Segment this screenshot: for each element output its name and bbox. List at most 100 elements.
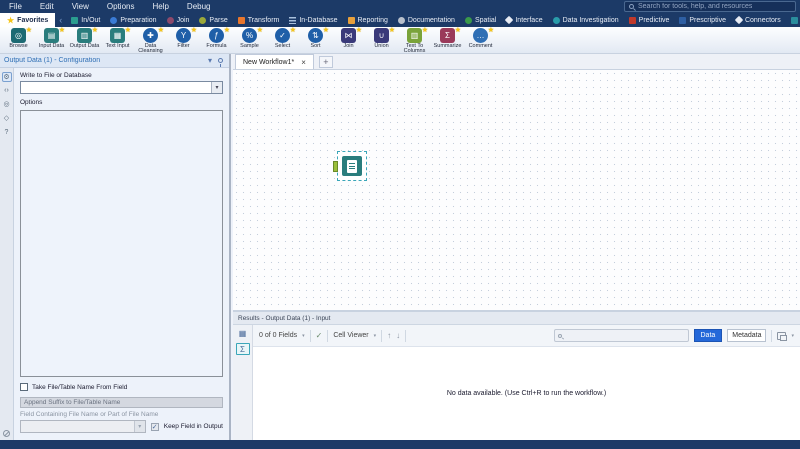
tool-icon: Y bbox=[176, 28, 191, 43]
move-down-icon[interactable]: ↓ bbox=[396, 331, 400, 340]
metadata-view-button[interactable]: Metadata bbox=[727, 329, 767, 342]
global-search-input[interactable]: Search for tools, help, and resources bbox=[624, 1, 796, 12]
tool-icon: ◎ bbox=[11, 28, 26, 43]
tool-button[interactable]: ▦ ★ Text Input bbox=[101, 27, 134, 49]
pin-icon[interactable] bbox=[218, 58, 223, 67]
field-name-combobox: ▾ bbox=[20, 420, 146, 433]
configuration-title: Output Data (1) - Configuration bbox=[4, 57, 101, 64]
tool-category-tab[interactable]: Join bbox=[162, 13, 195, 27]
search-icon bbox=[629, 4, 634, 9]
tool-label: Join bbox=[343, 43, 354, 49]
tool-category-tab[interactable]: Preparation bbox=[105, 13, 161, 27]
tool-category-tab[interactable]: Transform bbox=[233, 13, 285, 27]
tool-icon: ▤ bbox=[44, 28, 59, 43]
menu-item[interactable]: Debug bbox=[178, 2, 220, 11]
tool-category-tab[interactable]: Parse bbox=[194, 13, 232, 27]
menu-item[interactable]: View bbox=[63, 2, 98, 11]
fields-count-label[interactable]: 0 of 0 Fields bbox=[259, 332, 297, 339]
tool-button[interactable]: ◎ ★ Browse bbox=[2, 27, 35, 49]
menu-item[interactable]: Help bbox=[143, 2, 177, 11]
collapse-chevron-icon[interactable]: ▾ bbox=[208, 56, 212, 65]
input-anchor[interactable] bbox=[333, 161, 338, 172]
export-dropdown-icon[interactable]: ▾ bbox=[791, 333, 794, 339]
tool-category-tabs: ★ Favorites ‹ In/Out Preparation Join Pa… bbox=[0, 13, 800, 27]
tool-button[interactable]: ✓ ★ Select bbox=[266, 27, 299, 49]
tool-button[interactable]: Σ ★ Summarize bbox=[431, 27, 464, 49]
tool-icon: ∪ bbox=[374, 28, 389, 43]
help-tab-icon[interactable]: ? bbox=[2, 128, 12, 138]
tool-label: Text To Columns bbox=[403, 43, 426, 54]
cell-viewer-dropdown-icon[interactable]: ▾ bbox=[374, 333, 377, 339]
tool-button[interactable]: % ★ Sample bbox=[233, 27, 266, 49]
tool-category-tab[interactable]: Interface bbox=[501, 13, 547, 27]
results-header[interactable]: Results - Output Data (1) - Input bbox=[233, 312, 800, 325]
options-listbox[interactable] bbox=[20, 110, 223, 377]
tool-button[interactable]: ▤ ★ Input Data bbox=[35, 27, 68, 49]
take-name-checkbox[interactable] bbox=[20, 383, 28, 391]
tab-favorites[interactable]: ★ Favorites bbox=[0, 13, 56, 27]
configuration-panel: Output Data (1) - Configuration ▾ ⚙ ‹› ◎… bbox=[0, 54, 231, 440]
toolbar-separator bbox=[405, 329, 407, 342]
tag-tab-icon[interactable]: ◇ bbox=[2, 114, 12, 124]
workflow-tab[interactable]: New Workflow1* × bbox=[235, 54, 314, 69]
data-view-button[interactable]: Data bbox=[693, 329, 723, 342]
tool-button[interactable]: ▥ ★ Output Data bbox=[68, 27, 101, 49]
tool-button[interactable]: ⇅ ★ Sort bbox=[299, 27, 332, 49]
tool-icon: … bbox=[473, 28, 488, 43]
menu-item[interactable]: File bbox=[0, 2, 31, 11]
tool-category-tab[interactable]: Connectors bbox=[731, 13, 786, 27]
workflow-canvas[interactable] bbox=[233, 70, 800, 310]
workspace: New Workflow1* × + Results - Output Data… bbox=[233, 54, 800, 440]
write-file-combobox[interactable]: ▾ bbox=[20, 81, 223, 94]
tool-category-tab[interactable]: In/Out bbox=[66, 13, 105, 27]
category-icon bbox=[734, 15, 744, 25]
results-search-input[interactable] bbox=[553, 329, 689, 342]
apply-check-icon[interactable]: ✓ bbox=[316, 331, 323, 340]
favorite-star-icon: ★ bbox=[256, 27, 263, 34]
profile-view-icon[interactable]: Σ bbox=[235, 343, 250, 355]
combobox-dropdown-icon[interactable]: ▾ bbox=[211, 82, 222, 93]
configuration-tab-icon[interactable]: ⚙ bbox=[1, 72, 12, 82]
tool-label: Filter bbox=[177, 43, 190, 49]
menu-item[interactable]: Options bbox=[98, 2, 144, 11]
annotation-tab-icon[interactable]: ‹› bbox=[2, 86, 12, 96]
scroll-left-icon[interactable]: ‹ bbox=[55, 13, 66, 27]
export-icon[interactable] bbox=[777, 331, 788, 341]
tool-category-tab[interactable]: Spatial bbox=[460, 13, 501, 27]
results-panel: Results - Output Data (1) - Input ▦ Σ 0 … bbox=[233, 310, 800, 440]
tool-label: Text Input bbox=[105, 43, 130, 49]
tool-category-tab[interactable]: Documentation bbox=[393, 13, 460, 27]
menu-item[interactable]: Edit bbox=[31, 2, 63, 11]
move-up-icon[interactable]: ↑ bbox=[387, 331, 391, 340]
config-side-tabs: ⚙ ‹› ◎ ◇ ? bbox=[0, 68, 14, 440]
category-icon bbox=[166, 16, 174, 24]
tool-category-tab[interactable]: Reporting bbox=[343, 13, 393, 27]
table-view-icon[interactable]: ▦ bbox=[236, 328, 250, 340]
tool-category-tab[interactable]: In-Database bbox=[284, 13, 342, 27]
tool-icon: ▦ bbox=[110, 28, 125, 43]
close-tab-icon[interactable]: × bbox=[301, 58, 306, 67]
workflow-tab-title: New Workflow1* bbox=[243, 58, 295, 66]
fields-dropdown-icon[interactable]: ▾ bbox=[302, 333, 305, 339]
output-data-tool-node[interactable] bbox=[333, 151, 367, 181]
tool-label: Sort bbox=[310, 43, 321, 49]
new-workflow-button[interactable]: + bbox=[318, 56, 333, 68]
tool-button[interactable]: ⋈ ★ Join bbox=[332, 27, 365, 49]
cell-viewer-label[interactable]: Cell Viewer bbox=[333, 332, 368, 339]
tool-button[interactable]: ∪ ★ Union bbox=[365, 27, 398, 49]
category-icon bbox=[110, 16, 118, 24]
tool-button[interactable]: … ★ Comment bbox=[464, 27, 497, 49]
tool-button[interactable]: ▥ ★ Text To Columns bbox=[398, 27, 431, 54]
tool-category-tab[interactable]: Data Investigation bbox=[548, 13, 624, 27]
tool-button[interactable]: ƒ ★ Formula bbox=[200, 27, 233, 49]
tool-category-tab[interactable]: Predictive bbox=[624, 13, 675, 27]
tool-category-tab[interactable]: Prescriptive bbox=[674, 13, 731, 27]
tool-button[interactable]: ✚ ★ Data Cleansing bbox=[134, 27, 167, 53]
tool-button[interactable]: Y ★ Filter bbox=[167, 27, 200, 49]
toolbar-separator bbox=[309, 329, 311, 342]
category-icon bbox=[505, 15, 514, 25]
connections-tab-icon[interactable]: ◎ bbox=[2, 100, 12, 110]
field-containing-label: Field Containing File Name or Part of Fi… bbox=[20, 411, 159, 418]
tool-category-tab[interactable]: Address bbox=[786, 13, 800, 27]
tool-icon: % bbox=[242, 28, 257, 43]
